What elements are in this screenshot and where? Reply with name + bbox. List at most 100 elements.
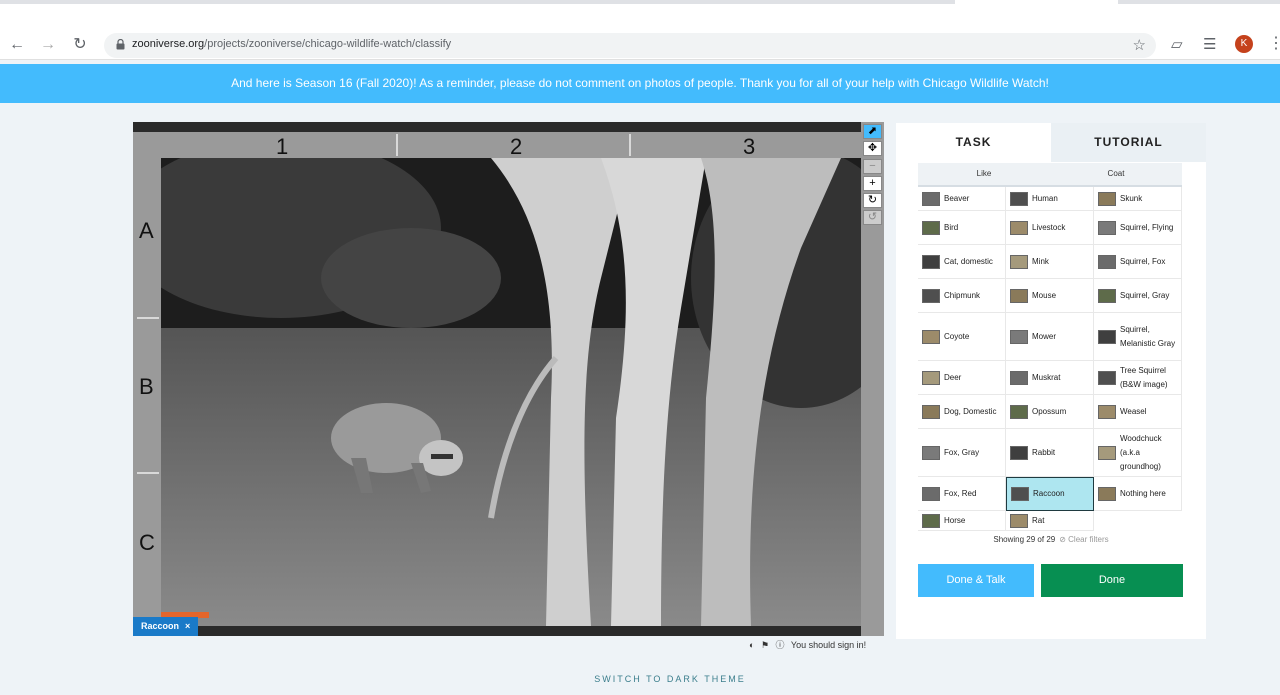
- tab-strip-left: [0, 0, 955, 4]
- choice-mower[interactable]: Mower: [1006, 313, 1094, 361]
- grid-row-b: B: [139, 374, 154, 399]
- reset-icon[interactable]: ↺: [863, 210, 882, 225]
- subject-viewer: 1 2 3 A B C ⬈ ✥ − + ↻ ↺ Raccoon ×: [133, 122, 884, 636]
- forward-arrow-icon[interactable]: →: [36, 33, 60, 57]
- choice-squirrel-melanistic-gray[interactable]: Squirrel, Melanistic Gray: [1094, 313, 1182, 361]
- choice-squirrel-fox[interactable]: Squirrel, Fox: [1094, 245, 1182, 279]
- zoom-out-icon[interactable]: −: [863, 159, 882, 174]
- grid-divider: [137, 472, 159, 474]
- choice-woodchuck-a-k-a-groundhog[interactable]: Woodchuck (a.k.a groundhog): [1094, 429, 1182, 477]
- species-thumbnail: [922, 288, 940, 303]
- annotation-tag-label: Raccoon: [141, 621, 180, 631]
- choice-label: Bird: [944, 222, 959, 232]
- choice-skunk[interactable]: Skunk: [1094, 187, 1182, 211]
- choice-label: Muskrat: [1032, 372, 1061, 382]
- subject-image[interactable]: 1 2 3 A B C: [133, 122, 861, 636]
- choice-squirrel-flying[interactable]: Squirrel, Flying: [1094, 211, 1182, 245]
- tab-tutorial[interactable]: TUTORIAL: [1051, 123, 1206, 162]
- choice-human[interactable]: Human: [1006, 187, 1094, 211]
- choice-nothing-here[interactable]: Nothing here: [1094, 477, 1182, 511]
- choice-label: Squirrel, Gray: [1120, 290, 1170, 300]
- species-thumbnail: [922, 513, 940, 528]
- choice-mouse[interactable]: Mouse: [1006, 279, 1094, 313]
- trail-camera-photo: [161, 158, 861, 626]
- choice-opossum[interactable]: Opossum: [1006, 395, 1094, 429]
- filter-coat[interactable]: Coat: [1050, 163, 1182, 185]
- choice-dog-domestic[interactable]: Dog, Domestic: [918, 395, 1006, 429]
- choice-horse[interactable]: Horse: [918, 511, 1006, 531]
- choice-deer[interactable]: Deer: [918, 361, 1006, 395]
- choice-rat[interactable]: Rat: [1006, 511, 1094, 531]
- tab-strip-right: [1118, 0, 1280, 4]
- species-thumbnail: [1098, 445, 1116, 460]
- species-thumbnail: [922, 191, 940, 206]
- profile-avatar[interactable]: K: [1235, 35, 1253, 53]
- grid-row-a: A: [139, 218, 154, 243]
- choice-squirrel-gray[interactable]: Squirrel, Gray: [1094, 279, 1182, 313]
- clear-filters-link[interactable]: ⊘ Clear filters: [1059, 535, 1108, 544]
- choice-label: Fox, Gray: [944, 447, 980, 457]
- grid-column-header: 1 2 3: [133, 132, 861, 159]
- species-thumbnail: [922, 445, 940, 460]
- species-thumbnail: [1010, 191, 1028, 206]
- species-thumbnail: [922, 329, 940, 344]
- pointer-tool-icon[interactable]: ⬈: [863, 124, 882, 139]
- filter-bar: Like Coat: [918, 163, 1182, 185]
- pan-tool-icon[interactable]: ✥: [863, 141, 882, 156]
- species-thumbnail: [922, 220, 940, 235]
- choice-label: Rat: [1032, 515, 1045, 525]
- url-host: zooniverse.org: [132, 38, 205, 50]
- choice-label: Skunk: [1120, 193, 1143, 203]
- more-menu-icon[interactable]: ⋮: [1268, 33, 1280, 53]
- choice-beaver[interactable]: Beaver: [918, 187, 1006, 211]
- choice-tree-squirrel-b-w-image[interactable]: Tree Squirrel (B&W image): [1094, 361, 1182, 395]
- choice-label: Rabbit: [1032, 447, 1056, 457]
- invert-contrast-icon[interactable]: ◐: [749, 640, 754, 650]
- done-and-talk-button[interactable]: Done & Talk: [918, 564, 1034, 597]
- choice-label: Mink: [1032, 256, 1049, 266]
- tab-task[interactable]: TASK: [896, 123, 1051, 162]
- choice-label: Mower: [1032, 331, 1057, 341]
- filter-like[interactable]: Like: [918, 163, 1050, 185]
- puzzle-icon[interactable]: ▱: [1171, 35, 1183, 53]
- choice-fox-red[interactable]: Fox, Red: [918, 477, 1006, 511]
- species-thumbnail: [922, 404, 940, 419]
- choice-chipmunk[interactable]: Chipmunk: [918, 279, 1006, 313]
- address-bar[interactable]: zooniverse.org/projects/zooniverse/chica…: [104, 33, 1156, 58]
- dark-theme-toggle[interactable]: SWITCH TO DARK THEME: [0, 674, 1280, 684]
- species-thumbnail: [1098, 220, 1116, 235]
- choice-label: Weasel: [1120, 406, 1147, 416]
- annotation-tag[interactable]: Raccoon ×: [133, 617, 199, 636]
- flag-icon[interactable]: ⚑: [761, 640, 769, 650]
- choice-muskrat[interactable]: Muskrat: [1006, 361, 1094, 395]
- announcement-banner: And here is Season 16 (Fall 2020)! As a …: [0, 64, 1280, 103]
- choice-bird[interactable]: Bird: [918, 211, 1006, 245]
- back-arrow-icon[interactable]: ←: [5, 33, 29, 57]
- choice-mink[interactable]: Mink: [1006, 245, 1094, 279]
- choice-livestock[interactable]: Livestock: [1006, 211, 1094, 245]
- choice-cat-domestic[interactable]: Cat, domestic: [918, 245, 1006, 279]
- species-thumbnail: [1010, 370, 1028, 385]
- reload-icon[interactable]: ↻: [68, 33, 92, 57]
- choice-label: Dog, Domestic: [944, 406, 997, 416]
- bookmark-star-icon[interactable]: ☆: [1133, 36, 1146, 54]
- grid-column-1: 1: [276, 134, 289, 159]
- choice-coyote[interactable]: Coyote: [918, 313, 1006, 361]
- done-button[interactable]: Done: [1041, 564, 1183, 597]
- rotate-icon[interactable]: ↻: [863, 193, 882, 208]
- choice-fox-gray[interactable]: Fox, Gray: [918, 429, 1006, 477]
- grid-column-3: 3: [743, 134, 756, 159]
- choice-rabbit[interactable]: Rabbit: [1006, 429, 1094, 477]
- species-thumbnail: [1010, 329, 1028, 344]
- zoom-in-icon[interactable]: +: [863, 176, 882, 191]
- choice-label: Woodchuck (a.k.a groundhog): [1120, 433, 1162, 471]
- choice-weasel[interactable]: Weasel: [1094, 395, 1182, 429]
- choice-raccoon[interactable]: Raccoon: [1006, 477, 1094, 511]
- info-icon[interactable]: ⓘ: [776, 640, 785, 650]
- species-thumbnail: [1010, 445, 1028, 460]
- choice-label: Tree Squirrel (B&W image): [1120, 365, 1168, 389]
- media-queue-icon[interactable]: ☰: [1203, 35, 1216, 53]
- choice-label: Nothing here: [1120, 488, 1166, 498]
- remove-tag-icon[interactable]: ×: [185, 621, 190, 631]
- choice-label: Opossum: [1032, 406, 1067, 416]
